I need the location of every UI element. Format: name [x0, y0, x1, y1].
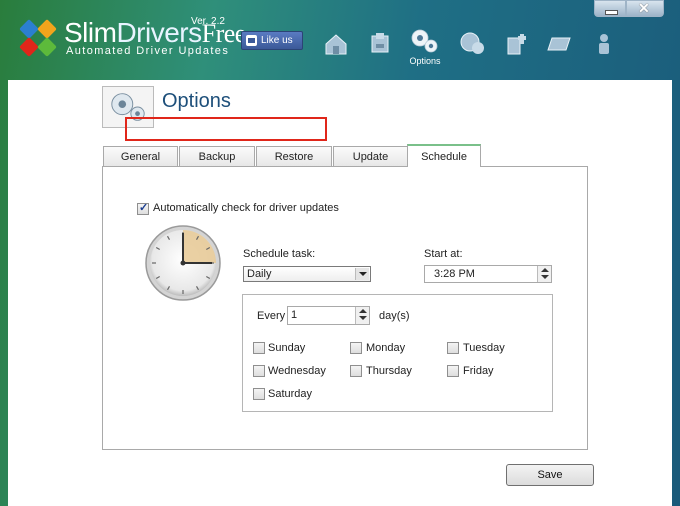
day-friday-label: Friday	[463, 365, 494, 377]
every-stepper[interactable]: 1	[287, 306, 370, 325]
every-unit-label: day(s)	[379, 310, 410, 322]
page-title: Options	[162, 90, 231, 112]
clock-icon	[145, 225, 221, 301]
schedule-task-label: Schedule task:	[243, 248, 316, 260]
tab-restore-label: Restore	[274, 151, 314, 163]
every-label: Every	[257, 310, 286, 322]
close-button[interactable]: ✕	[626, 0, 664, 17]
tab-schedule[interactable]: Schedule	[407, 144, 481, 167]
nav-options-label: Options	[409, 56, 441, 66]
scan-icon[interactable]	[366, 30, 394, 56]
tab-restore[interactable]: Restore	[256, 146, 332, 167]
tab-backup[interactable]: Backup	[179, 146, 255, 167]
brand-slim: Slim	[64, 17, 117, 48]
thumbs-up-icon	[246, 35, 257, 46]
time-spinner[interactable]	[537, 266, 551, 282]
tab-general-label: General	[120, 151, 161, 163]
restore-icon[interactable]	[544, 30, 572, 56]
day-thursday-checkbox[interactable]	[350, 365, 362, 377]
day-saturday-label: Saturday	[268, 388, 313, 400]
day-monday-checkbox[interactable]	[350, 342, 362, 354]
tab-schedule-label: Schedule	[421, 150, 467, 163]
backup-icon[interactable]	[458, 30, 486, 56]
day-tuesday-checkbox[interactable]	[447, 342, 459, 354]
chevron-down-icon	[355, 268, 369, 280]
day-wednesday-label: Wednesday	[268, 365, 326, 377]
tab-update[interactable]: Update	[333, 146, 408, 167]
app-header: SlimDriversFree Automated Driver Updates…	[0, 0, 680, 80]
tab-general[interactable]: General	[103, 146, 178, 167]
tab-backup-label: Backup	[198, 151, 236, 163]
day-sunday-checkbox[interactable]	[253, 342, 265, 354]
tab-update-label: Update	[352, 151, 389, 163]
user-icon[interactable]	[590, 30, 618, 56]
every-spinner[interactable]	[355, 307, 369, 324]
day-sunday-label: Sunday	[268, 342, 306, 354]
start-at-time-input[interactable]: 3:28 PM	[424, 265, 552, 283]
facebook-like-button[interactable]: Like us	[241, 31, 303, 50]
day-saturday-checkbox[interactable]	[253, 388, 265, 400]
version-label: Ver. 2.2	[191, 16, 225, 27]
app-window: SlimDriversFree Automated Driver Updates…	[0, 0, 680, 506]
day-monday-label: Monday	[366, 342, 406, 354]
every-value: 1	[291, 309, 298, 321]
auto-check-checkbox[interactable]	[137, 201, 149, 215]
day-thursday-label: Thursday	[366, 365, 412, 377]
like-label: Like us	[261, 35, 293, 46]
minimize-button[interactable]	[594, 0, 626, 17]
day-tuesday-label: Tuesday	[463, 342, 505, 354]
start-at-label: Start at:	[424, 248, 463, 260]
home-icon[interactable]	[322, 30, 350, 56]
brand-drivers: Drivers	[116, 17, 202, 48]
brand-subtitle: Automated Driver Updates	[66, 45, 230, 57]
auto-check-label: Automatically check for driver updates	[153, 202, 339, 214]
schedule-task-select[interactable]: Daily	[243, 266, 371, 282]
auto-check-highlight	[125, 117, 327, 141]
tools-icon[interactable]	[502, 30, 530, 56]
day-friday-checkbox[interactable]	[447, 365, 459, 377]
save-button[interactable]: Save	[506, 464, 594, 486]
schedule-task-value: Daily	[247, 268, 272, 280]
day-wednesday-checkbox[interactable]	[253, 365, 265, 377]
save-button-label: Save	[537, 469, 563, 481]
nav-options-active[interactable]	[402, 22, 446, 74]
slimdrivers-logo-icon	[19, 19, 57, 57]
options-content: Options General Backup Restore Update Sc…	[8, 80, 672, 506]
start-at-value: 3:28 PM	[434, 268, 475, 280]
close-icon: ✕	[638, 0, 650, 16]
